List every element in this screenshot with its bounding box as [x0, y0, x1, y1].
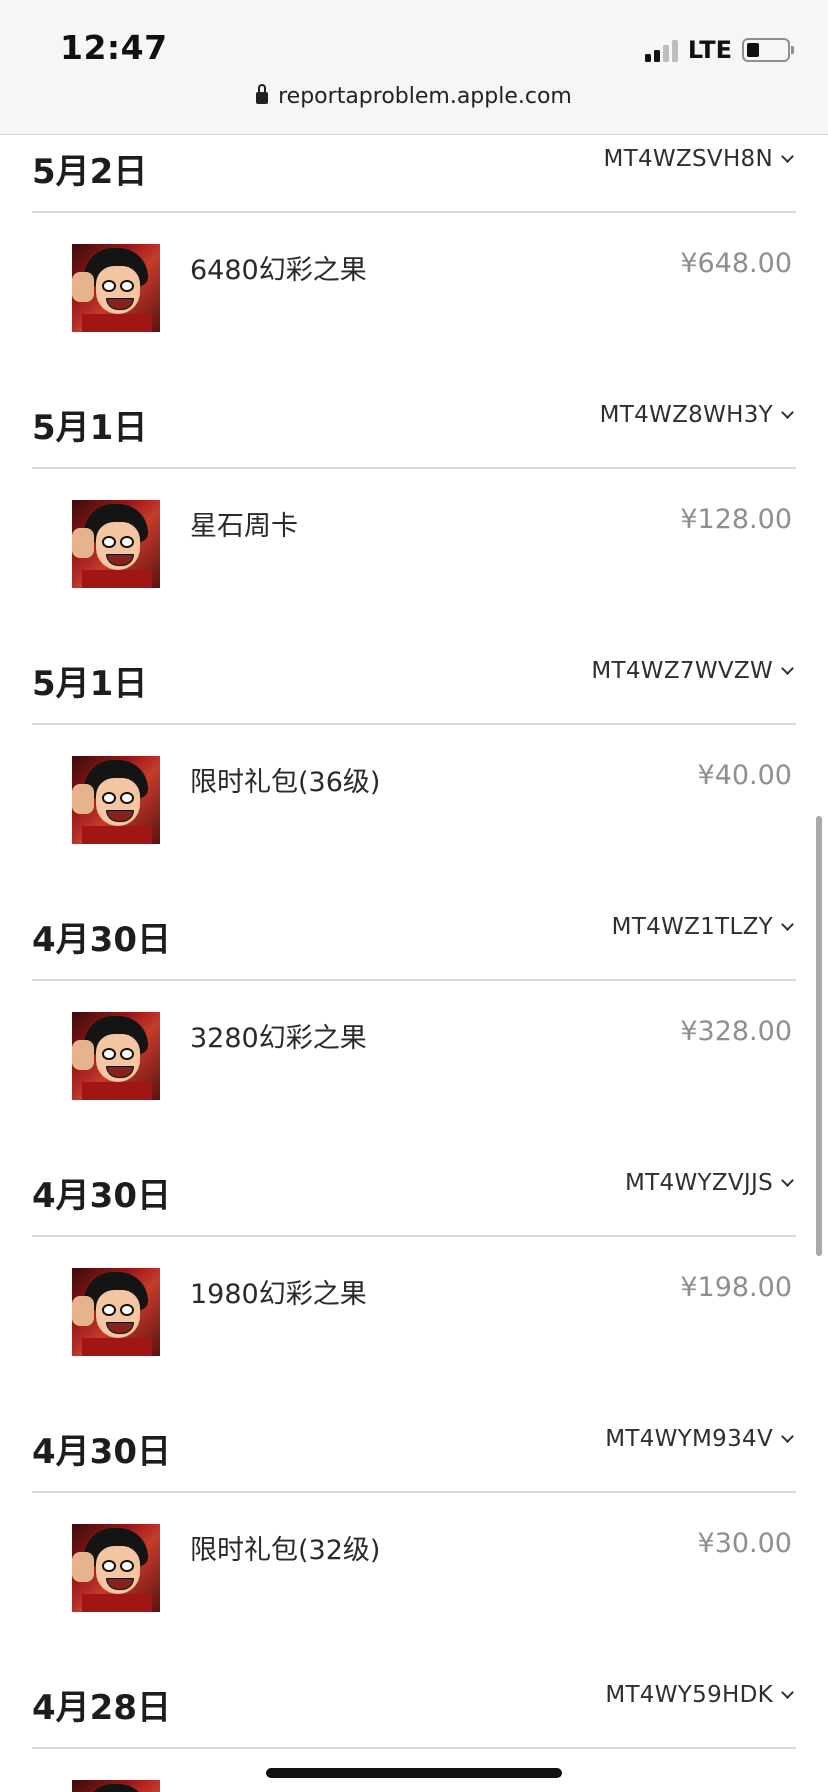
order-date: 5月1日: [32, 408, 148, 448]
chevron-down-icon: [781, 662, 794, 675]
order-header: 4月30日 MT4WZ1TLZY: [0, 902, 828, 966]
order-group: 5月1日 MT4WZ7WVZW: [0, 646, 828, 710]
order-header: 4月30日 MT4WYZVJJS: [0, 1158, 828, 1222]
purchase-item[interactable]: 星石周卡 ¥128.00: [0, 500, 828, 590]
status-icons: LTE: [644, 36, 794, 64]
chevron-down-icon: [781, 1174, 794, 1187]
chevron-down-icon: [781, 1686, 794, 1699]
order-date: 5月2日: [32, 152, 148, 192]
chevron-down-icon: [781, 150, 794, 163]
order-header: 5月1日 MT4WZ7WVZW: [0, 646, 828, 710]
order-group: 5月1日 MT4WZ8WH3Y: [0, 390, 828, 454]
item-price: ¥40.00: [697, 760, 792, 791]
order-date: 4月30日: [32, 1432, 171, 1472]
item-name: 限时礼包(32级): [190, 1535, 381, 1566]
battery-icon: [742, 38, 794, 62]
item-price: ¥128.00: [680, 504, 792, 535]
url-text: reportaproblem.apple.com: [278, 84, 572, 109]
order-date: 4月30日: [32, 920, 171, 960]
order-date: 4月28日: [32, 1688, 171, 1728]
address-bar[interactable]: reportaproblem.apple.com: [0, 84, 828, 109]
divider: [32, 979, 796, 981]
order-id-text: MT4WZ1TLZY: [611, 914, 773, 940]
order-group: 4月30日 MT4WZ1TLZY: [0, 902, 828, 966]
signal-icon: [644, 38, 678, 62]
purchase-item[interactable]: 限时礼包(36级) ¥40.00: [0, 756, 828, 846]
app-icon: [72, 244, 160, 332]
divider: [32, 1747, 796, 1749]
order-id-text: MT4WYZVJJS: [625, 1170, 773, 1196]
purchase-item[interactable]: 1980幻彩之果 ¥198.00: [0, 1268, 828, 1358]
order-id-toggle[interactable]: MT4WZSVH8N: [603, 146, 794, 172]
order-id-toggle[interactable]: MT4WYZVJJS: [625, 1170, 794, 1196]
home-indicator[interactable]: [266, 1768, 562, 1778]
chevron-down-icon: [781, 918, 794, 931]
app-icon: [72, 1524, 160, 1612]
app-icon: [72, 1268, 160, 1356]
order-header: 4月28日 MT4WY59HDK: [0, 1670, 828, 1734]
purchase-item[interactable]: [0, 1780, 828, 1792]
item-price: ¥30.00: [697, 1528, 792, 1559]
purchase-item[interactable]: 限时礼包(32级) ¥30.00: [0, 1524, 828, 1614]
order-id-toggle[interactable]: MT4WY59HDK: [605, 1682, 794, 1708]
item-name: 1980幻彩之果: [190, 1279, 367, 1310]
app-icon: [72, 1780, 160, 1792]
app-icon: [72, 756, 160, 844]
order-id-text: MT4WZ7WVZW: [591, 658, 773, 684]
chevron-down-icon: [781, 406, 794, 419]
chevron-down-icon: [781, 1430, 794, 1443]
item-name: 3280幻彩之果: [190, 1023, 367, 1054]
order-id-text: MT4WZ8WH3Y: [599, 402, 773, 428]
order-header: 5月2日 MT4WZSVH8N: [0, 134, 828, 198]
order-id-toggle[interactable]: MT4WZ7WVZW: [591, 658, 794, 684]
divider: [32, 467, 796, 469]
lock-icon: [256, 84, 269, 104]
order-date: 5月1日: [32, 664, 148, 704]
divider: [32, 1491, 796, 1493]
order-id-toggle[interactable]: MT4WZ1TLZY: [611, 914, 794, 940]
item-price: ¥198.00: [680, 1272, 792, 1303]
order-id-toggle[interactable]: MT4WZ8WH3Y: [599, 402, 794, 428]
order-header: 5月1日 MT4WZ8WH3Y: [0, 390, 828, 454]
status-time: 12:47: [60, 28, 168, 67]
divider: [32, 1235, 796, 1237]
divider: [32, 211, 796, 213]
purchase-item[interactable]: 3280幻彩之果 ¥328.00: [0, 1012, 828, 1102]
order-id-text: MT4WYM934V: [605, 1426, 773, 1452]
item-name: 限时礼包(36级): [190, 767, 381, 798]
network-label: LTE: [687, 36, 732, 64]
order-id-text: MT4WY59HDK: [605, 1682, 773, 1708]
order-group: 4月30日 MT4WYM934V: [0, 1414, 828, 1478]
order-header: 4月30日 MT4WYM934V: [0, 1414, 828, 1478]
item-price: ¥328.00: [680, 1016, 792, 1047]
purchase-item[interactable]: 6480幻彩之果 ¥648.00: [0, 244, 828, 334]
order-date: 4月30日: [32, 1176, 171, 1216]
order-id-toggle[interactable]: MT4WYM934V: [605, 1426, 794, 1452]
divider: [32, 723, 796, 725]
browser-chrome: 12:47 LTE reportaproblem.apple.com: [0, 0, 828, 135]
order-group: 4月30日 MT4WYZVJJS: [0, 1158, 828, 1222]
app-icon: [72, 1012, 160, 1100]
item-price: ¥648.00: [680, 248, 792, 279]
order-group: 5月2日 MT4WZSVH8N: [0, 134, 828, 198]
item-name: 星石周卡: [190, 511, 298, 542]
app-icon: [72, 500, 160, 588]
page: 12:47 LTE reportaproblem.apple.com 5月2日 …: [0, 0, 828, 1792]
item-name: 6480幻彩之果: [190, 255, 367, 286]
order-id-text: MT4WZSVH8N: [603, 146, 773, 172]
scrollbar[interactable]: [816, 816, 822, 1256]
order-group: 4月28日 MT4WY59HDK: [0, 1670, 828, 1734]
